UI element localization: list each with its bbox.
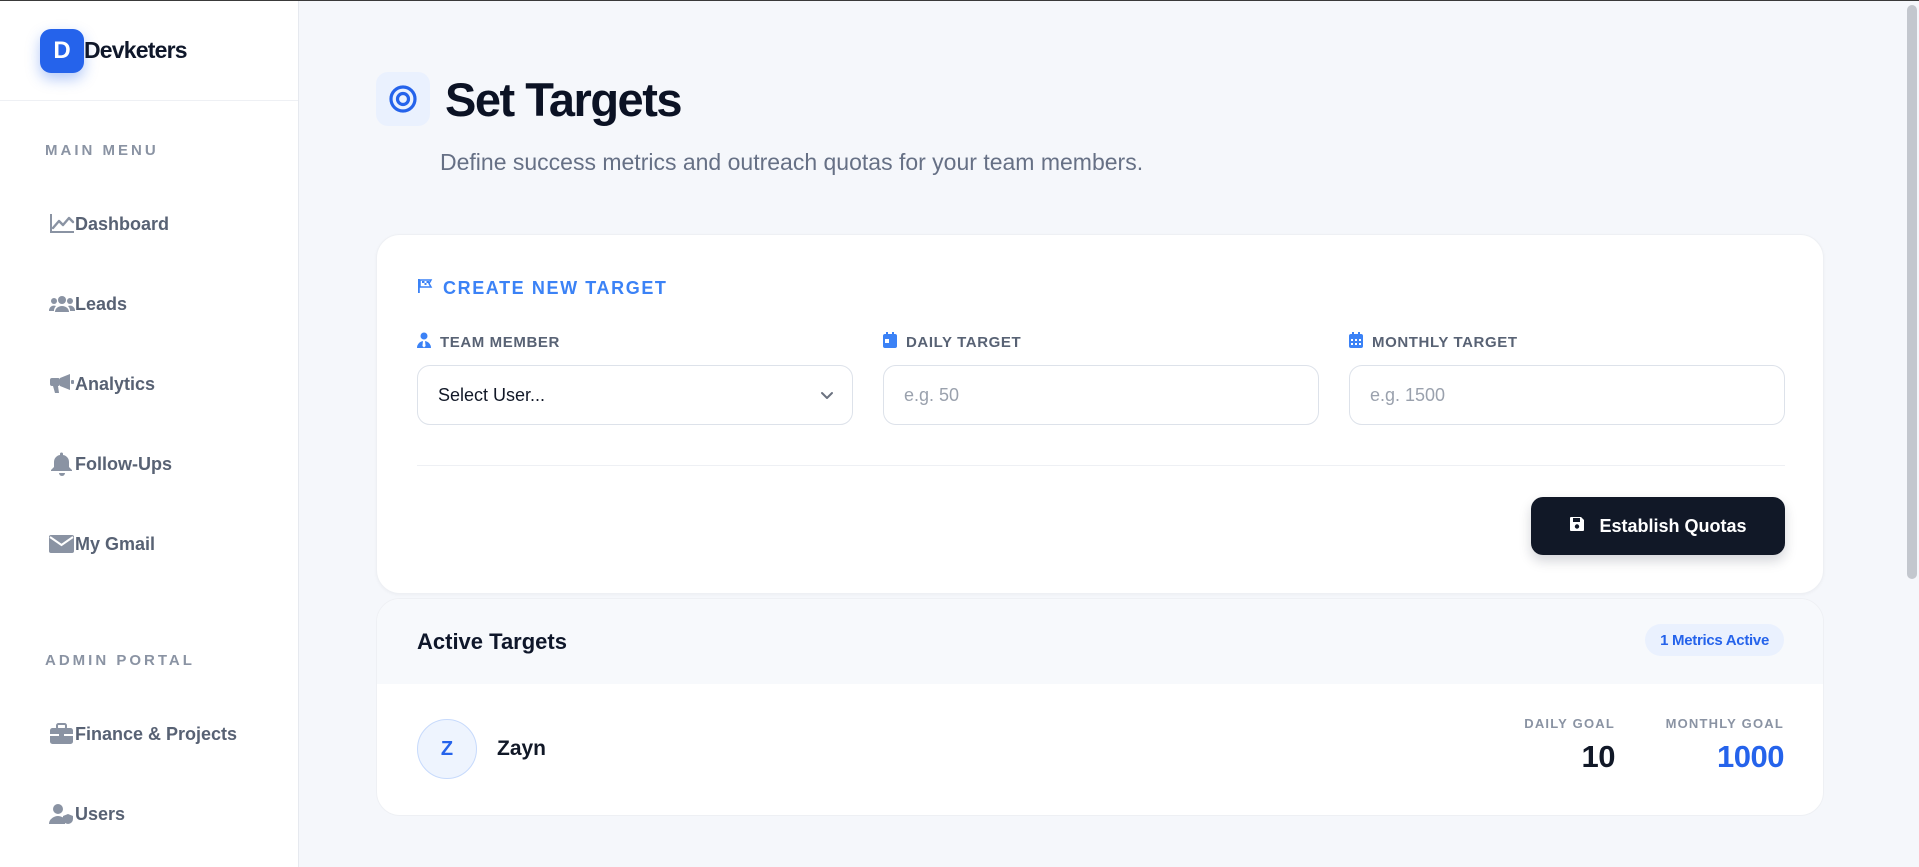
target-row[interactable]: Z Zayn DAILY GOAL 10 MONTHLY GOAL 1000 (377, 684, 1823, 815)
monthly-target-label: MONTHLY TARGET (1349, 332, 1518, 352)
user-tie-icon (417, 332, 431, 352)
daily-goal: DAILY GOAL 10 (1524, 716, 1615, 775)
establish-quotas-button[interactable]: Establish Quotas (1531, 497, 1785, 555)
sidebar-item-leads[interactable]: Leads (49, 287, 127, 321)
team-member-label: TEAM MEMBER (417, 332, 560, 352)
admin-portal-label: ADMIN PORTAL (45, 652, 195, 669)
monthly-target-input[interactable]: e.g. 1500 (1349, 365, 1785, 425)
create-target-heading: CREATE NEW TARGET (417, 278, 668, 299)
sidebar-item-label: Dashboard (75, 213, 170, 234)
daily-target-label: DAILY TARGET (883, 332, 1021, 352)
bullseye-icon (376, 72, 430, 126)
sidebar: D Devketers MAIN MENU Dashboard Leads An… (0, 1, 299, 867)
monthly-goal-value: 1000 (1717, 739, 1784, 774)
sidebar-item-follow-ups[interactable]: Follow-Ups (49, 447, 172, 481)
active-targets-header: Active Targets 1 Metrics Active (377, 599, 1823, 684)
user-shield-icon (49, 801, 75, 827)
daily-goal-value: 10 (1581, 739, 1616, 774)
page-title: Set Targets (445, 73, 683, 126)
calendar-alt-icon (1349, 332, 1363, 352)
envelope-icon (49, 531, 75, 557)
active-targets-title: Active Targets (417, 628, 567, 654)
monthly-goal: MONTHLY GOAL 1000 (1665, 716, 1785, 775)
sidebar-item-label: Finance & Projects (75, 723, 238, 744)
briefcase-icon (49, 721, 75, 747)
sidebar-item-label: Follow-Ups (75, 453, 172, 474)
sidebar-item-analytics[interactable]: Analytics (49, 367, 155, 401)
sidebar-item-label: My Gmail (75, 533, 156, 554)
metrics-active-badge: 1 Metrics Active (1645, 624, 1784, 656)
monthly-goal-label: MONTHLY GOAL (1665, 716, 1784, 731)
avatar: Z (417, 719, 477, 779)
create-target-title: CREATE NEW TARGET (443, 278, 668, 298)
scrollbar[interactable] (1905, 1, 1919, 867)
bell-icon (49, 451, 75, 477)
team-member-selected-value: Select User... (438, 384, 546, 405)
daily-goal-label: DAILY GOAL (1524, 716, 1615, 731)
create-target-card: CREATE NEW TARGET TEAM MEMBER Select Use… (376, 234, 1824, 594)
sidebar-item-dashboard[interactable]: Dashboard (49, 207, 169, 241)
sidebar-item-label: Analytics (75, 373, 156, 394)
brand[interactable]: D Devketers (0, 1, 298, 101)
team-member-select[interactable]: Select User... (417, 365, 853, 425)
active-targets-card: Active Targets 1 Metrics Active Z Zayn D… (376, 598, 1824, 816)
brand-name: Devketers (84, 37, 188, 63)
sidebar-item-users[interactable]: Users (49, 797, 125, 831)
sidebar-item-label: Leads (75, 293, 128, 314)
page-subtitle: Define success metrics and outreach quot… (440, 149, 1144, 175)
form-divider (417, 465, 1785, 466)
chart-line-icon (49, 211, 75, 237)
sidebar-item-label: Users (75, 803, 126, 824)
flag-checkered-icon (417, 278, 433, 299)
main-menu-label: MAIN MENU (45, 142, 159, 159)
brand-logo: D (40, 28, 84, 73)
calendar-day-icon (883, 332, 897, 352)
sidebar-item-my-gmail[interactable]: My Gmail (49, 527, 155, 561)
sidebar-item-finance-projects[interactable]: Finance & Projects (49, 717, 237, 751)
chevron-down-icon (820, 387, 834, 408)
establish-quotas-label: Establish Quotas (1599, 515, 1747, 536)
daily-target-input[interactable]: e.g. 50 (883, 365, 1319, 425)
users-icon (49, 291, 75, 317)
save-icon (1569, 516, 1585, 537)
megaphone-icon (49, 371, 75, 397)
target-user-name: Zayn (497, 737, 547, 760)
scrollbar-thumb[interactable] (1907, 5, 1917, 579)
